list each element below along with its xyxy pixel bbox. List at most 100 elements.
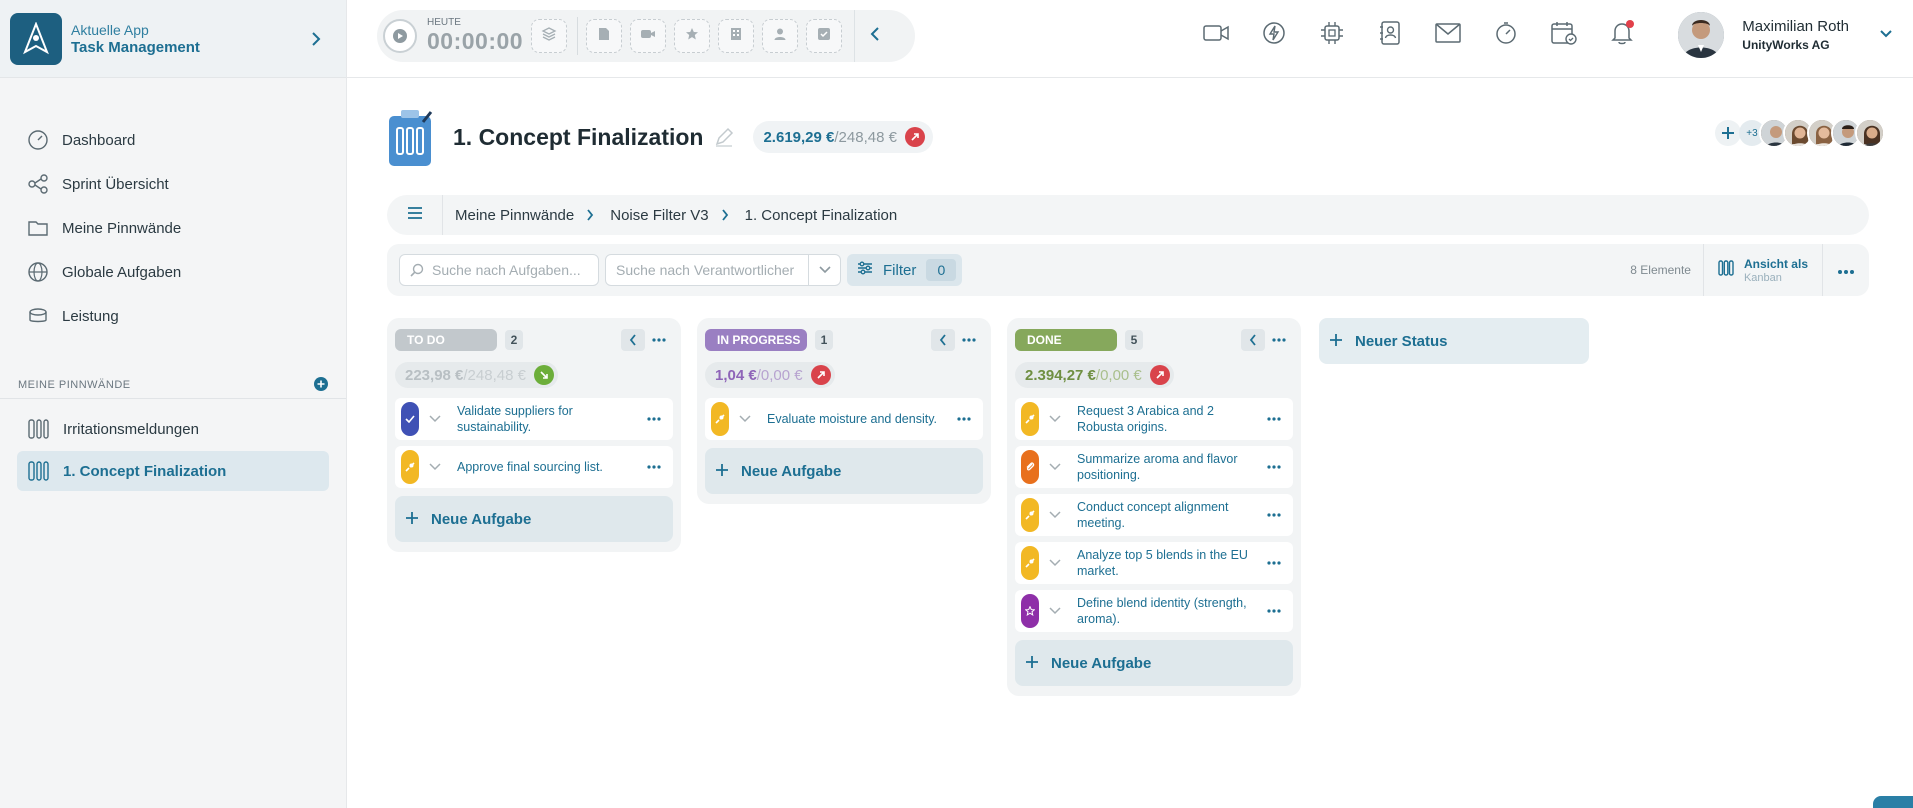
app-name: Task Management <box>71 38 200 56</box>
task-title[interactable]: Validate suppliers for sustainability. <box>457 403 637 435</box>
more-horizontal-icon[interactable] <box>1259 404 1289 434</box>
chevron-right-icon[interactable] <box>304 27 328 51</box>
feedback-button[interactable] <box>1873 796 1913 808</box>
more-horizontal-icon[interactable] <box>955 329 983 351</box>
app-logo <box>10 12 62 65</box>
more-horizontal-icon[interactable] <box>1259 500 1289 530</box>
bell-icon[interactable] <box>1607 18 1637 48</box>
nav-global-tasks[interactable]: Globale Aufgaben <box>0 250 346 294</box>
new-task-button[interactable]: Neue Aufgabe <box>395 496 673 542</box>
status-badge[interactable]: DONE <box>1015 329 1117 351</box>
hamburger-icon <box>407 206 423 224</box>
plus-icon <box>715 463 731 479</box>
nav-performance[interactable]: Leistung <box>0 294 346 338</box>
coins-icon <box>26 304 50 328</box>
pencil-icon[interactable] <box>713 126 735 148</box>
new-status-button[interactable]: Neuer Status <box>1319 318 1589 364</box>
task-card[interactable]: Conduct concept alignment meeting. <box>1015 494 1293 536</box>
more-horizontal-icon[interactable] <box>1265 329 1293 351</box>
chevron-left-icon[interactable] <box>621 329 645 351</box>
bolt-icon[interactable] <box>1259 18 1289 48</box>
task-card[interactable]: Approve final sourcing list. <box>395 446 673 488</box>
nav-dashboard[interactable]: Dashboard <box>0 118 346 162</box>
board-budget: 2.619,29 € /248,48 € <box>753 121 933 153</box>
board-label: 1. Concept Finalization <box>63 462 227 480</box>
breadcrumb-item[interactable]: Meine Pinnwände <box>455 207 574 224</box>
task-search-input[interactable]: Suche nach Aufgaben... <box>399 254 599 286</box>
more-horizontal-icon[interactable] <box>1259 596 1289 626</box>
star-button[interactable] <box>674 19 711 53</box>
play-button[interactable] <box>383 19 417 53</box>
status-badge[interactable]: TO DO <box>395 329 497 351</box>
sidebar-board-irritationsmeldungen[interactable]: Irritationsmeldungen <box>17 409 329 449</box>
chevron-down-icon[interactable] <box>425 409 445 429</box>
task-card[interactable]: Request 3 Arabica and 2 Robusta origins. <box>1015 398 1293 440</box>
contacts-icon[interactable] <box>1375 18 1405 48</box>
pin-icon <box>401 450 419 484</box>
document-button[interactable] <box>586 19 623 53</box>
add-member-icon[interactable] <box>1715 120 1741 146</box>
chevron-down-icon[interactable] <box>425 457 445 477</box>
task-title[interactable]: Approve final sourcing list. <box>457 459 637 475</box>
add-board-icon[interactable] <box>314 376 328 394</box>
layers-button[interactable] <box>531 19 568 53</box>
notification-dot <box>1626 20 1634 28</box>
new-task-button[interactable]: Neue Aufgabe <box>705 448 983 494</box>
chevron-left-icon[interactable] <box>1241 329 1265 351</box>
mail-icon[interactable] <box>1433 18 1463 48</box>
video-button[interactable] <box>630 19 667 53</box>
budget-used: 2.619,29 € <box>763 128 835 146</box>
page-title: 1. Concept Finalization <box>453 123 704 150</box>
task-card[interactable]: Validate suppliers for sustainability. <box>395 398 673 440</box>
task-title[interactable]: Analyze top 5 blends in the EU market. <box>1077 547 1257 579</box>
task-title[interactable]: Summarize aroma and flavor positioning. <box>1077 451 1257 483</box>
task-card[interactable]: Analyze top 5 blends in the EU market. <box>1015 542 1293 584</box>
more-horizontal-icon[interactable] <box>949 404 979 434</box>
chevron-down-icon[interactable] <box>1045 505 1065 525</box>
more-horizontal-icon[interactable] <box>645 329 673 351</box>
task-title[interactable]: Conduct concept alignment meeting. <box>1077 499 1257 531</box>
menu-button[interactable] <box>387 195 443 235</box>
task-title[interactable]: Evaluate moisture and density. <box>767 411 947 427</box>
chevron-down-icon[interactable] <box>1045 553 1065 573</box>
more-horizontal-icon[interactable] <box>639 452 669 482</box>
assignee-select[interactable]: Suche nach Verantwortlicher <box>605 254 841 286</box>
sliders-icon <box>857 261 873 279</box>
chevron-down-icon[interactable] <box>1045 457 1065 477</box>
more-horizontal-icon[interactable] <box>639 404 669 434</box>
filter-button[interactable]: Filter 0 <box>847 254 963 286</box>
task-card[interactable]: Evaluate moisture and density. <box>705 398 983 440</box>
breadcrumb-item[interactable]: Noise Filter V3 <box>610 207 708 224</box>
board-members[interactable]: +3 <box>1715 118 1885 148</box>
chevron-down-icon[interactable] <box>1045 601 1065 621</box>
task-card[interactable]: Summarize aroma and flavor positioning. <box>1015 446 1293 488</box>
nav-boards[interactable]: Meine Pinnwände <box>0 206 346 250</box>
nav-sprint[interactable]: Sprint Übersicht <box>0 162 346 206</box>
more-horizontal-icon[interactable] <box>1259 452 1289 482</box>
stopwatch-icon[interactable] <box>1491 18 1521 48</box>
person-button[interactable] <box>762 19 799 53</box>
chevron-left-icon[interactable] <box>931 329 955 351</box>
chevron-down-icon[interactable] <box>735 409 755 429</box>
more-horizontal-icon[interactable] <box>1259 548 1289 578</box>
toolbar-more-button[interactable] <box>1823 244 1869 296</box>
chevron-down-icon[interactable] <box>1879 26 1893 44</box>
status-badge[interactable]: IN PROGRESS <box>705 329 807 351</box>
calendar-icon[interactable] <box>1549 18 1579 48</box>
app-switcher[interactable]: Aktuelle App Task Management <box>0 0 346 78</box>
task-card[interactable]: Define blend identity (strength, aroma). <box>1015 590 1293 632</box>
top-bar: HEUTE 00:00:00 Maximilian Roth UnityWork… <box>347 0 1913 78</box>
collapse-timer-button[interactable] <box>854 10 894 62</box>
building-button[interactable] <box>718 19 755 53</box>
task-count: 2 <box>505 330 523 350</box>
chevron-down-icon[interactable] <box>1045 409 1065 429</box>
video-call-icon[interactable] <box>1201 18 1231 48</box>
user-menu[interactable]: Maximilian Roth UnityWorks AG <box>1678 12 1893 58</box>
sidebar-board-concept-finalization[interactable]: 1. Concept Finalization <box>17 451 329 491</box>
task-title[interactable]: Request 3 Arabica and 2 Robusta origins. <box>1077 403 1257 435</box>
new-task-button[interactable]: Neue Aufgabe <box>1015 640 1293 686</box>
view-switcher[interactable]: Ansicht als Kanban <box>1702 244 1823 296</box>
chip-icon[interactable] <box>1317 18 1347 48</box>
checklist-button[interactable] <box>806 19 843 53</box>
task-title[interactable]: Define blend identity (strength, aroma). <box>1077 595 1257 627</box>
